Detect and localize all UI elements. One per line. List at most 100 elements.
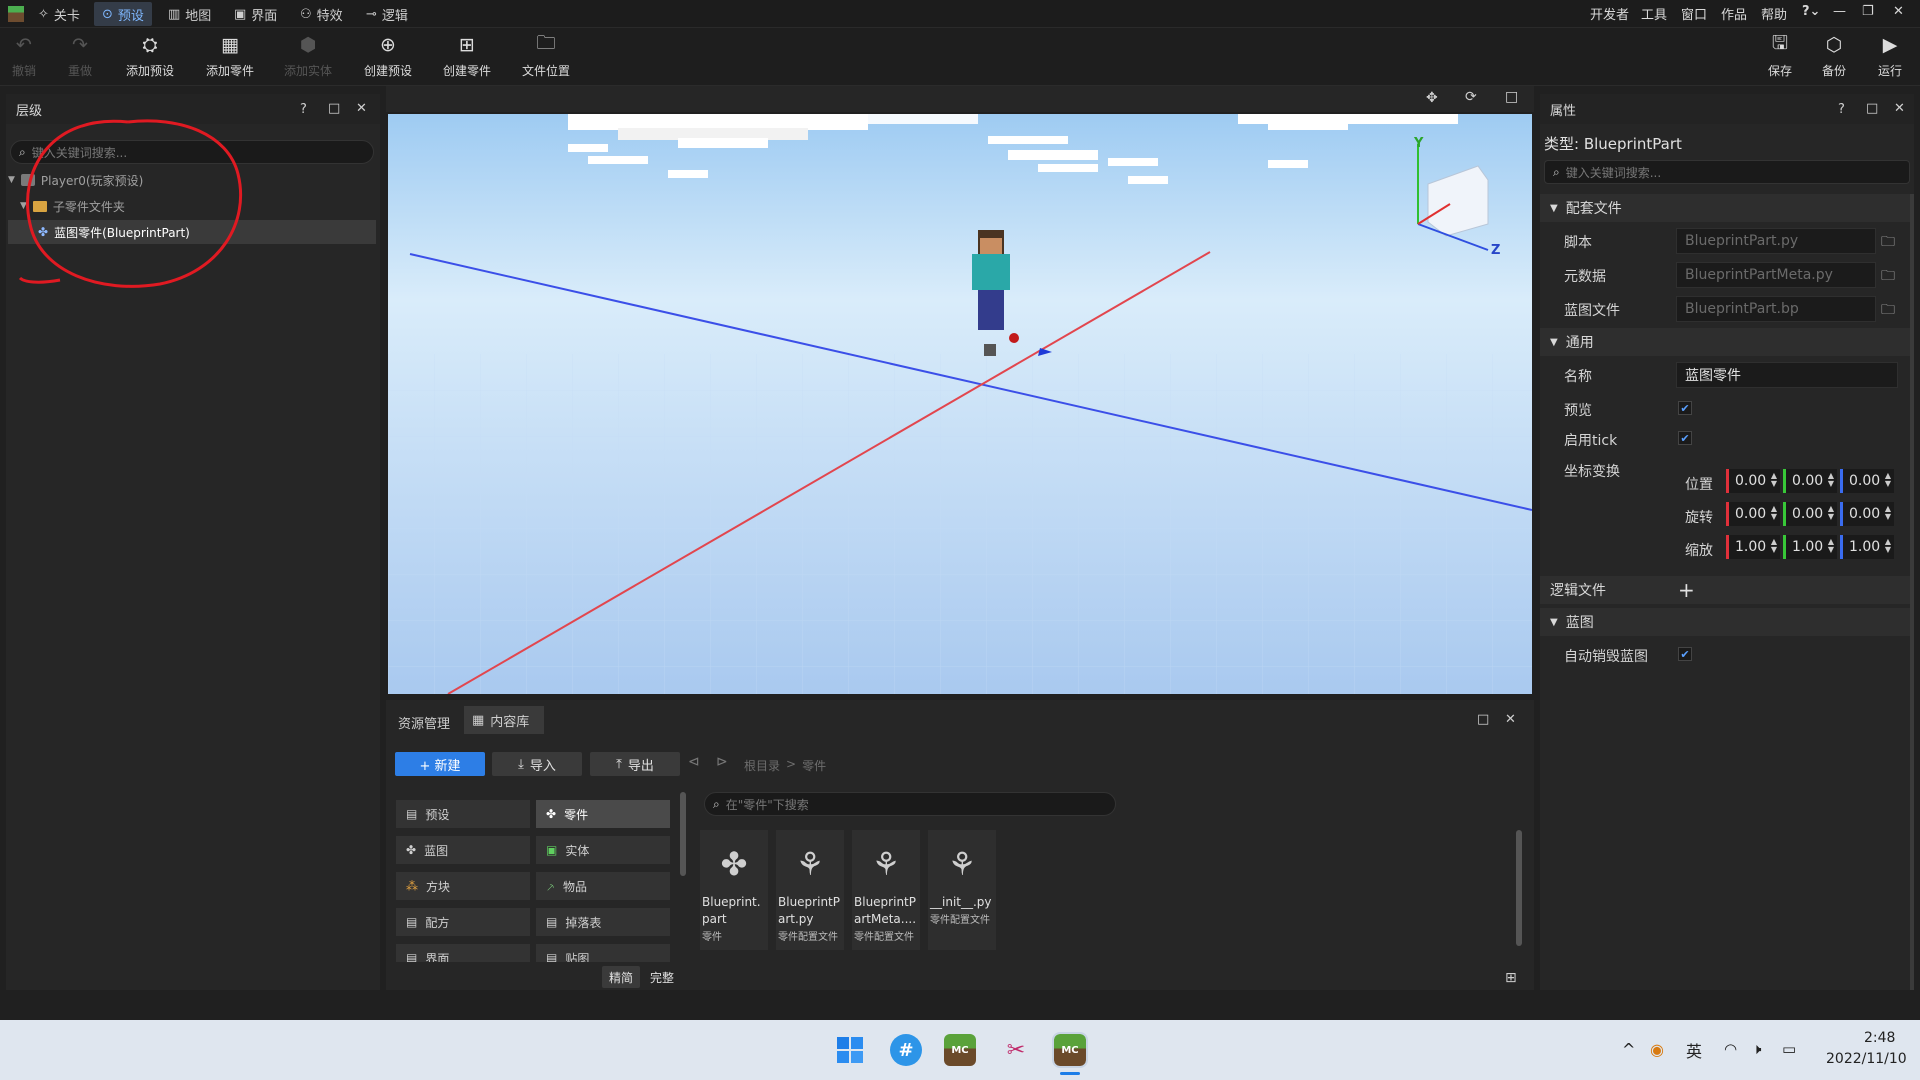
section-general[interactable]: ▼ 通用 <box>1540 328 1914 356</box>
menu-help[interactable]: 帮助 <box>1761 4 1787 23</box>
move-gizmo-icon[interactable]: ✥ <box>1426 90 1438 106</box>
clock-date[interactable]: 2022/11/10 <box>1826 1051 1907 1067</box>
preview-checkbox[interactable]: ✔ <box>1678 401 1692 415</box>
minecraft-launcher-icon[interactable]: MC <box>944 1034 976 1066</box>
section-config-files[interactable]: ▼ 配套文件 <box>1540 194 1914 222</box>
help-icon[interactable]: ? <box>300 102 307 117</box>
position-y-input[interactable]: 0.00 ▲ ▼ <box>1783 469 1837 493</box>
maximize-icon[interactable]: □ <box>1866 101 1878 116</box>
scale-y-input[interactable]: 1.00 ▲ ▼ <box>1783 535 1837 559</box>
category-recipe[interactable]: ▤ 配方 <box>396 908 530 936</box>
properties-scrollbar[interactable] <box>1910 194 1914 990</box>
folder-icon[interactable]: 🗀 <box>1881 231 1895 255</box>
create-part-button[interactable]: ⊞ 创建零件 <box>443 34 491 79</box>
battery-icon[interactable]: ▭ <box>1782 1040 1796 1058</box>
stepper-icon[interactable]: ▲ ▼ <box>1771 505 1777 521</box>
position-z-input[interactable]: 0.00 ▲ ▼ <box>1840 469 1894 493</box>
tab-ui[interactable]: ▣ 界面 <box>226 2 285 26</box>
close-icon[interactable]: ✕ <box>1894 101 1905 116</box>
scene-viewport[interactable] <box>388 114 1532 694</box>
name-input[interactable]: 蓝图零件 <box>1676 362 1898 388</box>
stepper-icon[interactable]: ▲ ▼ <box>1885 505 1891 521</box>
rotation-x-input[interactable]: 0.00 ▲ ▼ <box>1726 502 1780 526</box>
restore-icon[interactable]: ❐ <box>1862 4 1874 19</box>
category-item[interactable]: ⸕ 物品 <box>536 872 670 900</box>
category-scrollbar[interactable] <box>680 792 686 876</box>
stepper-icon[interactable]: ▲ ▼ <box>1828 505 1834 521</box>
asset-search-input[interactable]: ⌕ 在"零件"下搜索 <box>704 792 1116 816</box>
stepper-icon[interactable]: ▲ ▼ <box>1828 472 1834 488</box>
backup-button[interactable]: ⬡ 备份 <box>1822 34 1846 79</box>
close-icon[interactable]: ✕ <box>356 101 367 116</box>
ime-indicator[interactable]: 英 <box>1686 1038 1702 1062</box>
save-button[interactable]: 🖫 保存 <box>1768 32 1792 79</box>
add-preset-button[interactable]: ⛭ 添加预设 <box>126 34 174 79</box>
clock-time[interactable]: 2:48 <box>1864 1030 1895 1046</box>
rotate-icon[interactable]: ⟳ <box>1465 89 1477 105</box>
close-icon[interactable]: ✕ <box>1893 4 1904 19</box>
category-blueprint[interactable]: ✤ 蓝图 <box>396 836 530 864</box>
asset-card[interactable]: ⚘ BlueprintPartMeta.... 零件配置文件 <box>852 830 920 950</box>
tab-effects[interactable]: ⚇ 特效 <box>292 2 351 26</box>
menu-works[interactable]: 作品 <box>1721 4 1747 23</box>
snipping-tool-icon[interactable]: ✂ <box>1000 1034 1032 1066</box>
chevron-up-icon[interactable]: ^ <box>1622 1040 1635 1059</box>
redo-button[interactable]: ↷ 重做 <box>68 34 92 79</box>
stepper-icon[interactable]: ▲ ▼ <box>1828 538 1834 554</box>
blueprint-file-field[interactable]: BlueprintPart.bp <box>1676 296 1876 322</box>
close-icon[interactable]: ✕ <box>1505 712 1516 727</box>
export-button[interactable]: ⤒ 导出 <box>590 752 680 776</box>
breadcrumb-current[interactable]: 零件 <box>802 757 826 774</box>
tab-level[interactable]: ✧ 关卡 <box>30 2 88 26</box>
section-blueprint[interactable]: ▼ 蓝图 <box>1540 608 1914 636</box>
menu-tools[interactable]: 工具 <box>1641 4 1667 23</box>
asset-card[interactable]: ⚘ __init__.py 零件配置文件 <box>928 830 996 950</box>
volume-muted-icon[interactable]: 🕨 <box>1752 1040 1761 1058</box>
category-ui[interactable]: ▤ 界面 <box>396 944 530 962</box>
undo-button[interactable]: ↶ 撤销 <box>12 34 36 79</box>
asset-card[interactable]: ✤ Blueprint.part 零件 <box>700 830 768 950</box>
windows-start-icon[interactable] <box>834 1034 866 1066</box>
grid-view-icon[interactable]: ⊞ <box>1505 970 1517 986</box>
tab-resource-manager[interactable]: 资源管理 <box>398 713 450 732</box>
tab-logic[interactable]: ⊸ 逻辑 <box>358 2 416 26</box>
scale-z-input[interactable]: 1.00 ▲ ▼ <box>1840 535 1894 559</box>
properties-search-input[interactable]: ⌕ 键入关键词搜索... <box>1544 160 1910 184</box>
category-texture[interactable]: ▤ 贴图 <box>536 944 670 962</box>
new-button[interactable]: + 新建 <box>395 752 485 776</box>
back-icon[interactable]: ⊲ <box>688 754 700 770</box>
menu-window[interactable]: 窗口 <box>1681 4 1707 23</box>
file-location-button[interactable]: 🗀 文件位置 <box>522 32 570 79</box>
minimize-icon[interactable]: — <box>1833 4 1846 19</box>
auto-destroy-checkbox[interactable]: ✔ <box>1678 647 1692 661</box>
minecraft-studio-icon[interactable]: MC <box>1052 1032 1088 1068</box>
tab-preset[interactable]: ⊙ 预设 <box>94 2 152 26</box>
add-part-button[interactable]: ▦ 添加零件 <box>206 34 254 79</box>
rotation-z-input[interactable]: 0.00 ▲ ▼ <box>1840 502 1894 526</box>
folder-icon[interactable]: 🗀 <box>1881 265 1895 289</box>
view-full-toggle[interactable]: 完整 <box>644 966 680 988</box>
view-simple-toggle[interactable]: 精简 <box>602 966 640 988</box>
create-preset-button[interactable]: ⊕ 创建预设 <box>364 34 412 79</box>
stepper-icon[interactable]: ▲ ▼ <box>1771 472 1777 488</box>
rotation-y-input[interactable]: 0.00 ▲ ▼ <box>1783 502 1837 526</box>
forward-icon[interactable]: ⊳ <box>716 754 728 770</box>
menu-developer[interactable]: 开发者 <box>1590 4 1629 23</box>
wifi-icon[interactable]: ◠ <box>1724 1040 1737 1058</box>
run-button[interactable]: ▶ 运行 <box>1878 34 1902 79</box>
category-preset[interactable]: ▤ 预设 <box>396 800 530 828</box>
add-icon[interactable]: + <box>1678 578 1695 602</box>
qq-icon[interactable]: ◉ <box>1650 1040 1664 1059</box>
add-entity-button[interactable]: ⬢ 添加实体 <box>284 34 332 79</box>
help-question-icon[interactable]: ?⌄ <box>1802 4 1820 19</box>
enable-tick-checkbox[interactable]: ✔ <box>1678 431 1692 445</box>
category-loot-table[interactable]: ▤ 掉落表 <box>536 908 670 936</box>
tab-map[interactable]: ▥ 地图 <box>160 2 219 26</box>
breadcrumb-root[interactable]: 根目录 <box>744 757 780 774</box>
stepper-icon[interactable]: ▲ ▼ <box>1885 538 1891 554</box>
category-entity[interactable]: ▣ 实体 <box>536 836 670 864</box>
maximize-icon[interactable]: □ <box>1505 89 1518 105</box>
asset-card[interactable]: ⚘ BlueprintPart.py 零件配置文件 <box>776 830 844 950</box>
tab-content-library[interactable]: ▦ 内容库 <box>464 706 544 734</box>
category-part[interactable]: ✤ 零件 <box>536 800 670 828</box>
